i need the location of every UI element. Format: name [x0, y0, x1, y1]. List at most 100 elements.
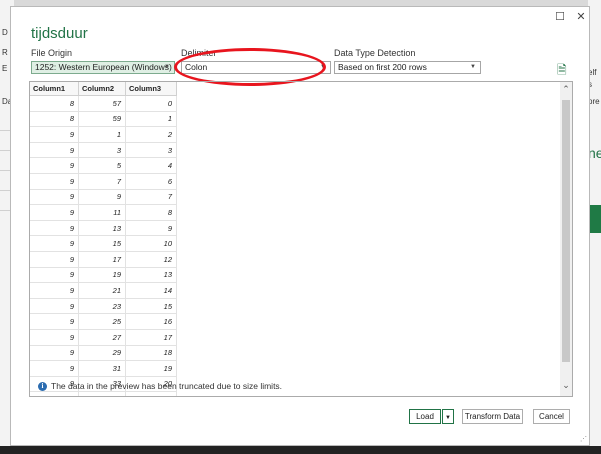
table-cell: 29: [78, 344, 126, 362]
table-cell: 7: [125, 188, 177, 206]
resize-grip-icon[interactable]: ⋰: [580, 435, 587, 443]
info-icon: i: [38, 381, 47, 391]
column-header[interactable]: Column2: [78, 82, 126, 96]
table-cell: 21: [125, 391, 177, 396]
table-row: 912: [30, 126, 177, 143]
table-cell: 1: [78, 126, 126, 143]
table-row: 9 11 8: [30, 204, 177, 221]
table-row: 8 59 1: [30, 110, 177, 128]
table-row: 976: [30, 172, 177, 190]
table-cell: 8: [30, 110, 79, 128]
column-header[interactable]: Column3: [125, 82, 177, 96]
background-taskbar: [0, 446, 601, 454]
table-cell: 10: [125, 235, 177, 252]
scroll-thumb[interactable]: [562, 100, 570, 362]
table-cell: 9: [30, 344, 79, 362]
table-cell: 0: [125, 95, 177, 112]
table-row: 933: [30, 141, 177, 159]
close-icon[interactable]: ✕: [574, 10, 588, 23]
cancel-button[interactable]: Cancel: [533, 409, 570, 424]
table-cell: 9: [30, 157, 79, 174]
export-file-icon[interactable]: 🗎: [557, 61, 567, 82]
table-cell: 9: [30, 188, 79, 206]
load-dropdown-button[interactable]: ▼: [442, 409, 454, 424]
table-cell: 25: [78, 313, 126, 330]
maximize-icon[interactable]: ☐: [553, 10, 567, 23]
table-cell: 9: [30, 360, 79, 377]
table-row: 9 29 18: [30, 344, 177, 362]
table-cell: 3: [125, 141, 177, 159]
table-cell: 9: [125, 219, 177, 237]
table-cell: 15: [125, 297, 177, 315]
table-cell: 4: [125, 157, 177, 174]
table-cell: 6: [125, 172, 177, 190]
table-row: 8 57 0: [30, 95, 177, 112]
data-type-detection-label: Data Type Detection: [334, 48, 416, 58]
table-cell: 9: [30, 328, 79, 346]
table-cell: 13: [125, 266, 177, 284]
table-cell: 31: [78, 360, 126, 377]
bg-label: R: [2, 48, 8, 57]
preview-table: Column1 Column2 Column3 8 57 0 8 59 1 9 1 2 9 3 3 9 5…: [30, 82, 177, 396]
data-preview: Column1 Column2 Column3 8 57 0 8 59 1 9 1 2 9 3 3 9 5…: [29, 81, 573, 397]
table-row: 9 15 10: [30, 235, 177, 252]
table-row: 9 21 14: [30, 282, 177, 299]
table-cell: 1: [125, 110, 177, 128]
table-cell: 9: [30, 126, 79, 143]
dialog-title: tijdsduur: [31, 25, 88, 42]
table-row: 9 13 9: [30, 219, 177, 237]
table-row: 9 17 12: [30, 250, 177, 268]
table-cell: 18: [125, 344, 177, 362]
table-cell: 9: [30, 297, 79, 315]
table-cell: 21: [78, 282, 126, 299]
import-dialog: ☐ ✕ tijdsduur File Origin 1252: Western …: [10, 6, 590, 446]
table-cell: 17: [125, 328, 177, 346]
scroll-up-icon[interactable]: ⌃: [560, 84, 572, 95]
load-button[interactable]: Load: [409, 409, 441, 424]
transform-data-button[interactable]: Transform Data: [462, 409, 523, 424]
table-cell: 9: [30, 219, 79, 237]
table-row: 997: [30, 188, 177, 206]
table-cell: 16: [125, 313, 177, 330]
table-cell: 3: [78, 141, 126, 159]
table-cell: 19: [78, 266, 126, 284]
table-row: 9 19 13: [30, 266, 177, 284]
file-origin-label: File Origin: [31, 48, 73, 58]
file-origin-value: 1252: Western European (Windows): [35, 62, 172, 72]
table-cell: 14: [125, 282, 177, 299]
bg-label: E: [2, 64, 8, 73]
info-message: The data in the preview has been truncat…: [51, 381, 283, 391]
table-row: 9 23 15: [30, 297, 177, 315]
table-cell: 9: [30, 235, 79, 252]
table-cell: 9: [30, 391, 79, 396]
table-cell: 9: [30, 266, 79, 284]
table-cell: 23: [78, 297, 126, 315]
table-cell: 9: [78, 188, 126, 206]
table-row: 954: [30, 157, 177, 174]
table-cell: 11: [78, 204, 126, 221]
table-cell: 17: [78, 250, 126, 268]
data-type-detection-select[interactable]: Based on first 200 rows ▼: [334, 61, 481, 74]
vertical-scrollbar[interactable]: ⌃ ⌄: [560, 82, 572, 396]
chevron-down-icon: ▼: [470, 64, 476, 70]
table-cell: 5: [78, 157, 126, 174]
chevron-down-icon: ▼: [164, 64, 170, 70]
data-type-detection-value: Based on first 200 rows: [338, 62, 427, 72]
file-origin-select[interactable]: 1252: Western European (Windows) ▼: [31, 61, 175, 74]
bg-label: D: [2, 28, 8, 37]
column-header[interactable]: Column1: [30, 82, 79, 96]
table-cell: 2: [125, 126, 177, 143]
scroll-down-icon[interactable]: ⌄: [560, 380, 572, 391]
table-cell: 9: [30, 250, 79, 268]
table-row: 9 31 19: [30, 360, 177, 377]
table-cell: 9: [30, 172, 79, 190]
table-cell: 27: [78, 328, 126, 346]
chevron-down-icon: ▼: [445, 415, 451, 421]
table-row: 93521: [30, 391, 177, 396]
table-cell: 19: [125, 360, 177, 377]
table-cell: 9: [30, 282, 79, 299]
table-row: 9 25 16: [30, 313, 177, 330]
table-cell: 8: [125, 204, 177, 221]
table-cell: 15: [78, 235, 126, 252]
table-cell: 59: [78, 110, 126, 128]
